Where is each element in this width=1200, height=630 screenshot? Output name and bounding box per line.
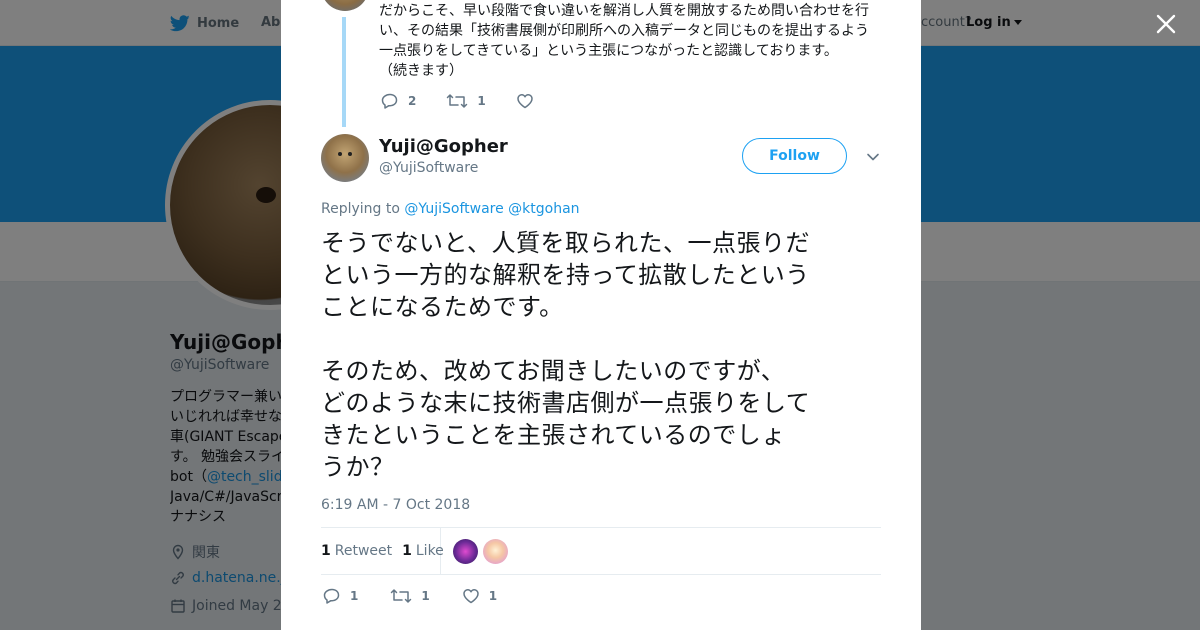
replying-to: Replying to @YujiSoftware @ktgohan <box>321 201 580 217</box>
previous-tweet-line: 一点張りをしてきている」という主張につながったと認識しております。 <box>379 43 838 59</box>
previous-tweet-line: （続きます） <box>379 63 463 79</box>
like-button[interactable]: 1 <box>462 587 497 605</box>
reply-icon <box>381 93 398 109</box>
retweet-button[interactable]: 1 <box>446 92 486 110</box>
reply-icon <box>323 588 340 604</box>
heart-icon <box>462 589 479 604</box>
avatar-eye <box>338 152 342 156</box>
author-handle[interactable]: @YujiSoftware <box>379 160 478 176</box>
reply-button[interactable]: 2 <box>381 92 416 110</box>
replying-to-link[interactable]: @ktgohan <box>508 201 579 217</box>
previous-tweet-avatar[interactable] <box>321 0 369 11</box>
reply-count: 1 <box>350 589 359 603</box>
tweet-text-line: どのような末に技術書店側が一点張りをして <box>321 389 811 417</box>
retweets-value: 1 <box>321 543 331 559</box>
heart-icon <box>516 94 533 109</box>
retweet-button[interactable]: 1 <box>390 587 430 605</box>
author-name[interactable]: Yuji@Gopher <box>379 136 508 157</box>
retweets-stat[interactable]: 1 Retweet <box>321 543 392 559</box>
likes-stat[interactable]: 1 Like <box>402 543 444 559</box>
likes-label: Like <box>415 543 444 559</box>
tweet-actions: 1 1 1 <box>323 587 521 605</box>
liker-avatar[interactable] <box>453 539 478 564</box>
tweet-stats: 1 Retweet 1 Like <box>321 527 881 575</box>
previous-tweet-actions: 2 1 <box>381 92 567 110</box>
reply-count: 2 <box>408 94 417 108</box>
tweet-text-line: うか？ <box>321 453 395 481</box>
replying-prefix: Replying to <box>321 201 400 217</box>
avatar-eye <box>348 152 352 156</box>
chevron-down-icon[interactable] <box>865 150 881 164</box>
tweet-text-line: という一方的な解釈を持って拡散したという <box>321 261 810 289</box>
previous-tweet-line: だからこそ、早い段階で食い違いを解消し人質を開放するため問い合わせを行 <box>379 3 869 19</box>
reply-button[interactable]: 1 <box>323 587 358 605</box>
tweet-text: そうでないと、人質を取られた、一点張りだ という一方的な解釈を持って拡散したとい… <box>321 227 891 483</box>
retweets-label: Retweet <box>334 543 393 559</box>
retweet-icon <box>391 589 412 603</box>
previous-tweet-line: い、その結果「技術書展側が印刷所への入稿データと同じものを提出するよう <box>379 23 869 39</box>
retweet-count: 1 <box>477 94 486 108</box>
thread-connector-line <box>342 17 346 127</box>
liker-avatar[interactable] <box>483 539 508 564</box>
tweet-text-line: きたということを主張されているのでしょ <box>321 421 786 449</box>
author-avatar[interactable] <box>321 134 369 182</box>
tweet-timestamp[interactable]: 6:19 AM - 7 Oct 2018 <box>321 497 470 513</box>
tweet-text-line: ことになるためです。 <box>321 293 564 321</box>
follow-button[interactable]: Follow <box>742 138 847 174</box>
stat-counts: 1 Retweet 1 Like <box>321 528 444 574</box>
tweet-permalink-modal: だからこそ、早い段階で食い違いを解消し人質を開放するため問い合わせを行 い、その… <box>281 0 921 630</box>
tweet-text-line: そうでないと、人質を取られた、一点張りだ <box>321 229 811 257</box>
like-button[interactable] <box>516 92 543 110</box>
tweet-text-line: そのため、改めてお聞きしたいのですが、 <box>321 357 786 385</box>
previous-tweet-text: だからこそ、早い段階で食い違いを解消し人質を開放するため問い合わせを行 い、その… <box>379 1 879 81</box>
retweet-icon <box>447 94 468 108</box>
close-icon[interactable] <box>1154 12 1178 36</box>
likes-value: 1 <box>402 543 412 559</box>
like-count: 1 <box>488 589 498 603</box>
replying-to-link[interactable]: @YujiSoftware <box>404 201 503 217</box>
retweet-count: 1 <box>421 589 430 603</box>
